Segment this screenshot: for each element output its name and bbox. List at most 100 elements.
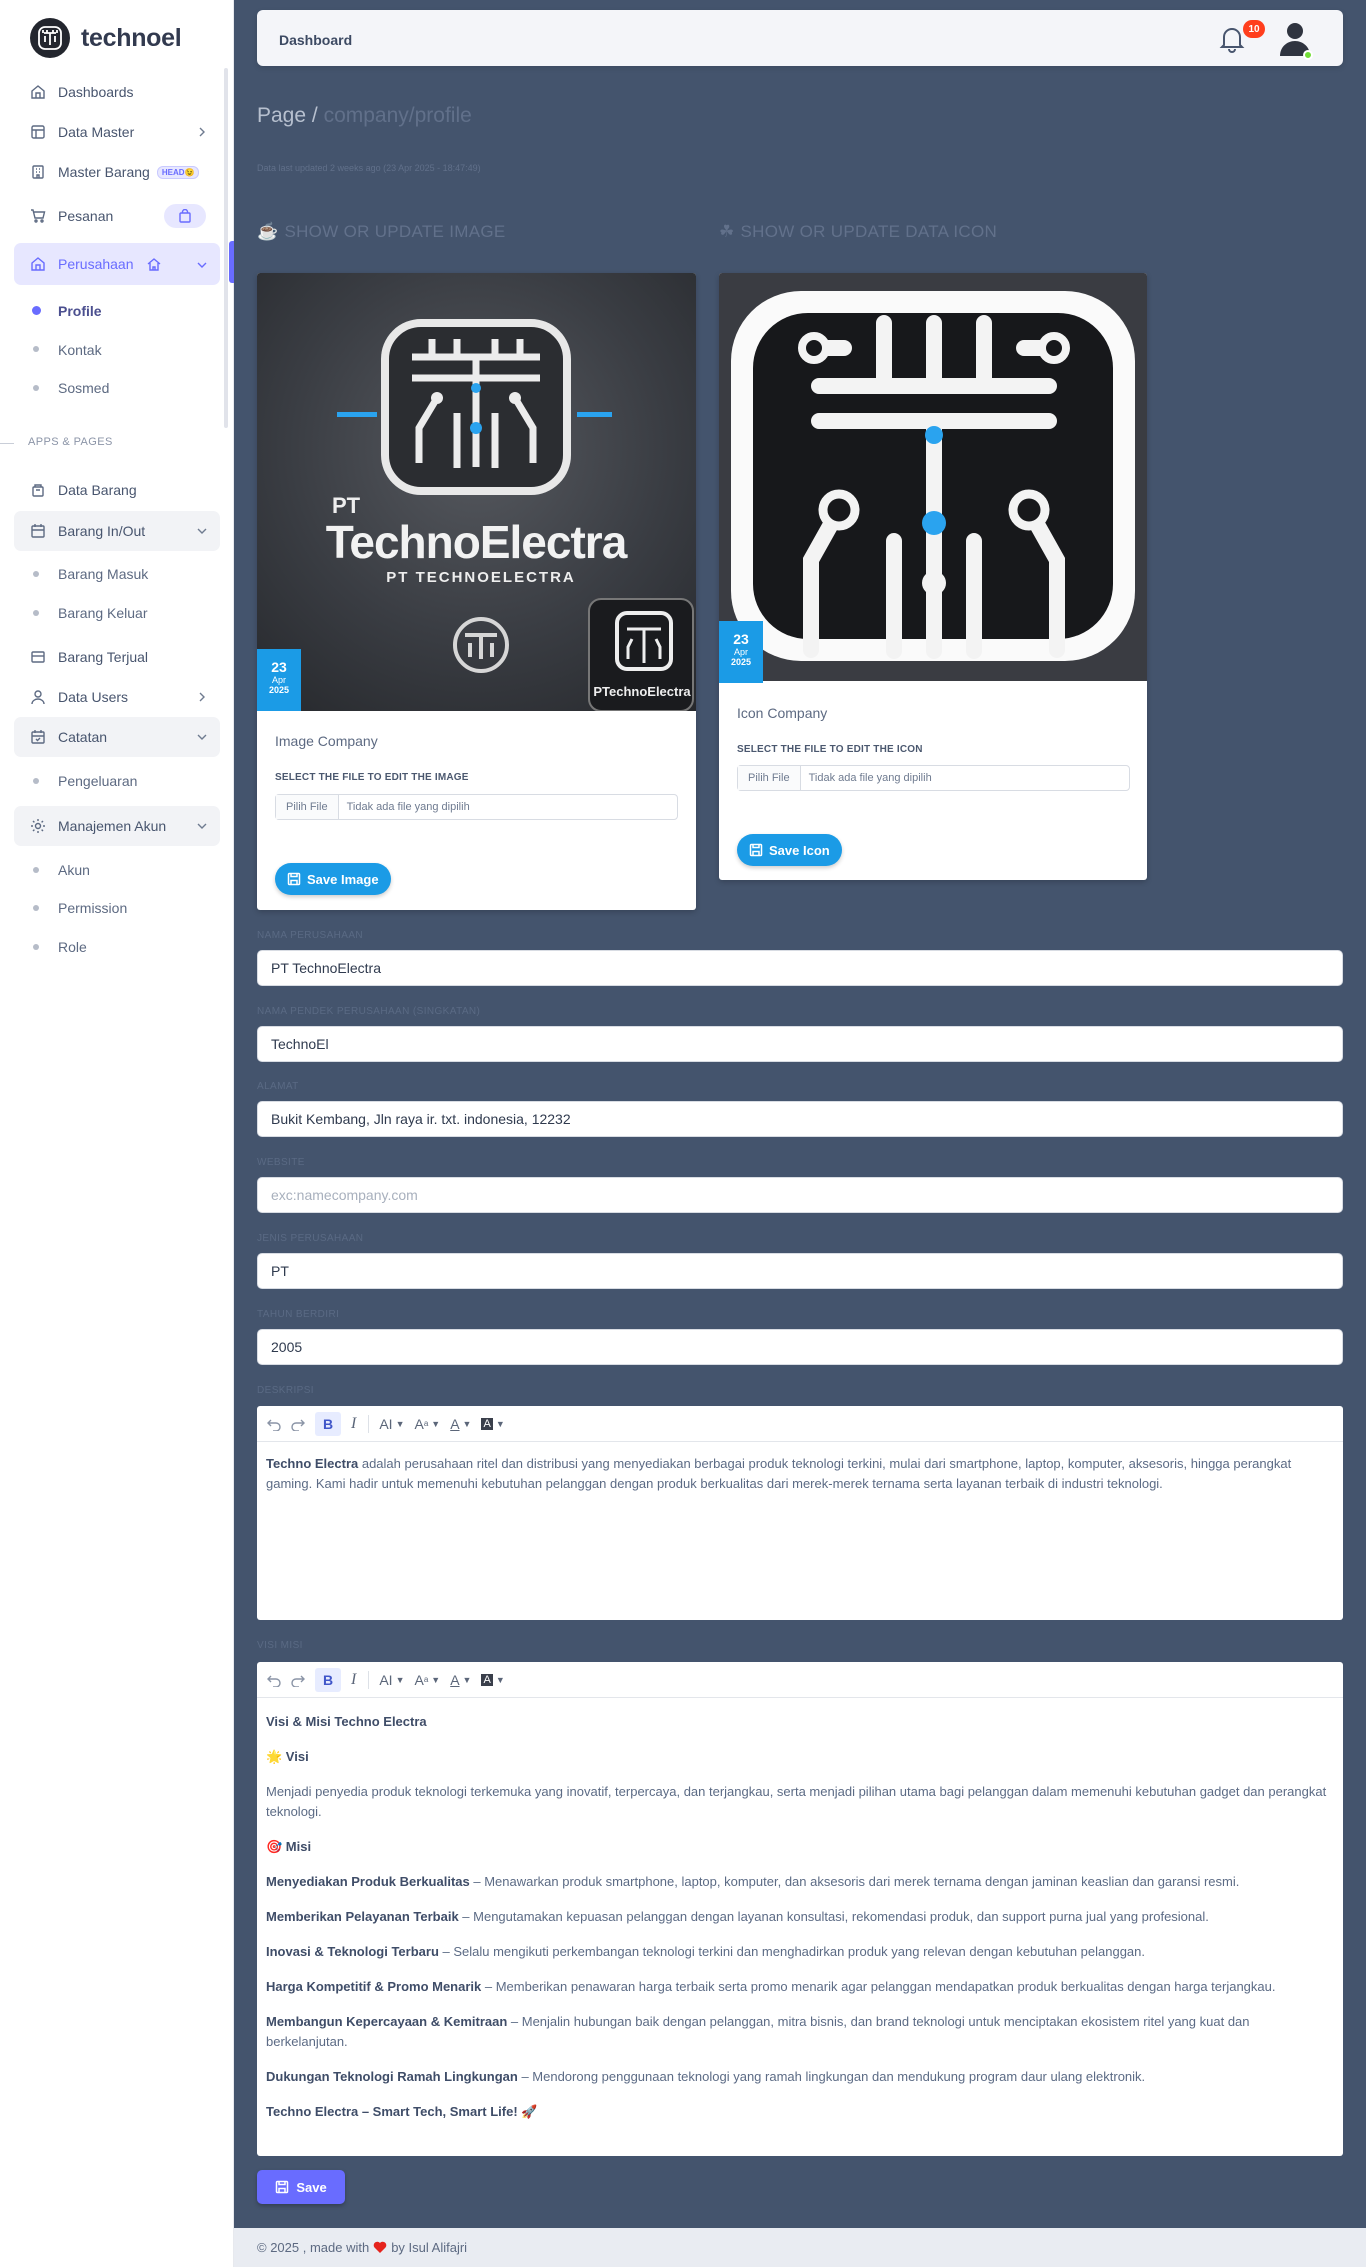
deskripsi-bold: Techno Electra — [266, 1456, 359, 1471]
tahun-berdiri-input[interactable]: 2005 — [257, 1329, 1343, 1365]
save-button[interactable]: Save — [257, 2170, 345, 2204]
sidebar-item-data-master[interactable]: Data Master — [14, 112, 220, 152]
sidebar-item-barang-terjual[interactable]: Barang Terjual — [14, 637, 220, 677]
sidebar-item-label: Dashboards — [58, 84, 134, 100]
bullet-icon — [33, 867, 39, 873]
calendar-check-icon — [30, 729, 46, 745]
save-image-button[interactable]: Save Image — [275, 863, 391, 895]
credit-card-icon — [30, 649, 46, 665]
misi-item-title: Dukungan Teknologi Ramah Lingkungan — [266, 2069, 518, 2084]
chevron-down-icon: ▼ — [462, 1674, 472, 1685]
alamat-input[interactable]: Bukit Kembang, Jln raya ir. txt. indones… — [257, 1101, 1343, 1137]
home-icon — [30, 256, 46, 272]
choose-file-button[interactable]: Pilih File — [738, 766, 801, 790]
font-color-button[interactable]: A ▼ — [450, 1672, 471, 1688]
superscript-button[interactable]: Aa ▼ — [414, 1672, 440, 1688]
icon-file-input[interactable]: Pilih File Tidak ada file yang dipilih — [737, 765, 1130, 791]
sidebar-subitem-kontak[interactable]: Kontak — [58, 342, 102, 358]
sidebar-scrollbar[interactable] — [224, 68, 228, 428]
sidebar-subitem-barang-keluar[interactable]: Barang Keluar — [58, 605, 148, 621]
bullet-icon — [33, 944, 39, 950]
sidebar-item-label: Barang Terjual — [58, 649, 149, 665]
singkatan-input[interactable]: TechnoEl — [257, 1026, 1343, 1062]
toolbar-divider — [368, 1414, 370, 1433]
coffee-icon: ☕ — [257, 222, 279, 241]
chevron-down-icon — [196, 819, 208, 831]
visimisi-content[interactable]: Visi & Misi Techno Electra 🌟 Visi Menjad… — [257, 1698, 1343, 2149]
sidebar-subitem-pengeluaran[interactable]: Pengeluaran — [58, 773, 137, 789]
nama-perusahaan-input[interactable]: PT TechnoElectra — [257, 950, 1343, 986]
icon-card-title-text: SHOW OR UPDATE DATA ICON — [740, 222, 998, 241]
section-divider — [0, 443, 14, 444]
chevron-right-icon — [196, 125, 208, 137]
chevron-down-icon: ▼ — [395, 1418, 405, 1429]
misi-item-title: Inovasi & Teknologi Terbaru — [266, 1944, 439, 1959]
sidebar-subitem-profile[interactable]: Profile — [58, 303, 102, 319]
sidebar-item-data-users[interactable]: Data Users — [14, 677, 220, 717]
sidebar-item-label: Master Barang — [58, 164, 150, 180]
misi-item: Harga Kompetitif & Promo Menarik – Membe… — [266, 1977, 1334, 1997]
save-icon-button[interactable]: Save Icon — [737, 834, 842, 866]
italic-button[interactable]: I — [351, 1415, 356, 1433]
bg-color-button[interactable]: A ▼ — [481, 1673, 505, 1686]
redo-icon[interactable] — [291, 1673, 305, 1687]
website-label: WEBSITE — [257, 1157, 305, 1168]
website-input[interactable]: exc:namecompany.com — [257, 1177, 1343, 1213]
icon-date-badge: 23 Apr 2025 — [719, 621, 763, 683]
bg-color-button[interactable]: A ▼ — [481, 1417, 505, 1430]
bullet-icon — [33, 385, 39, 391]
redo-icon[interactable] — [291, 1417, 305, 1431]
visimisi-editor[interactable]: B I AI ▼ Aa ▼ A ▼ A ▼ Visi & Misi Techno Ele… — [257, 1662, 1343, 2156]
sidebar-item-barang-in-out[interactable]: Barang In/Out — [14, 511, 220, 551]
jenis-perusahaan-input[interactable]: PT — [257, 1253, 1343, 1289]
navbar-title: Dashboard — [279, 32, 353, 48]
save-icon — [749, 843, 763, 857]
font-color-button[interactable]: A ▼ — [450, 1416, 471, 1432]
sidebar-item-dashboards[interactable]: Dashboards — [14, 72, 220, 112]
bold-button[interactable]: B — [315, 1667, 341, 1692]
chevron-down-icon — [196, 524, 208, 536]
undo-icon[interactable] — [267, 1417, 281, 1431]
sidebar-item-catatan[interactable]: Catatan — [14, 717, 220, 757]
font-size-button[interactable]: AI ▼ — [379, 1672, 404, 1688]
save-image-label: Save Image — [307, 871, 379, 887]
sidebar-item-perusahaan[interactable]: Perusahaan — [14, 243, 220, 285]
font-size-button[interactable]: AI ▼ — [379, 1416, 404, 1432]
choose-file-button[interactable]: Pilih File — [276, 795, 339, 819]
bullet-icon — [33, 571, 39, 577]
image-card: PT TechnoElectra PT TECHNOELECTRA PTechn… — [257, 273, 696, 910]
bold-button[interactable]: B — [315, 1411, 341, 1436]
sidebar-subitem-akun[interactable]: Akun — [58, 862, 90, 878]
font-color-label: A — [450, 1671, 460, 1688]
sidebar-subitem-barang-masuk[interactable]: Barang Masuk — [58, 566, 148, 582]
heart-icon — [373, 2241, 387, 2254]
sidebar-item-master-barang[interactable]: Master Barang HEAD😉 — [14, 152, 220, 192]
footer-suffix: by Isul Alifajri — [391, 2240, 468, 2255]
editor-toolbar: B I AI ▼ Aa ▼ A ▼ A ▼ — [257, 1406, 1343, 1442]
section-header: APPS & PAGES — [28, 436, 113, 448]
deskripsi-editor[interactable]: B I AI ▼ Aa ▼ A ▼ A ▼ Techno Electra adalah … — [257, 1406, 1343, 1620]
date-day: 23 — [733, 631, 749, 647]
breadcrumb: Page / company/profile — [257, 104, 472, 128]
sidebar-item-pesanan[interactable]: Pesanan — [14, 196, 220, 236]
brand[interactable]: technoel — [30, 18, 182, 58]
sidebar-subitem-role[interactable]: Role — [58, 939, 87, 955]
deskripsi-content[interactable]: Techno Electra adalah perusahaan ritel d… — [257, 1442, 1343, 1506]
phone-text: PTechnoElectra — [593, 684, 691, 699]
misi-item: Membangun Kepercayaan & Kemitraan – Menj… — [266, 2012, 1334, 2052]
main-content: Dashboard 10 Page / company/profile Data… — [234, 0, 1366, 2267]
sidebar-subitem-sosmed[interactable]: Sosmed — [58, 380, 109, 396]
misi-item-title: Memberikan Pelayanan Terbaik — [266, 1909, 459, 1924]
sidebar-subitem-permission[interactable]: Permission — [58, 900, 127, 916]
sidebar-item-manajemen-akun[interactable]: Manajemen Akun — [14, 806, 220, 846]
superscript-button[interactable]: Aa ▼ — [414, 1416, 440, 1432]
sidebar-item-data-barang[interactable]: Data Barang — [14, 470, 220, 510]
misi-item-title: Harga Kompetitif & Promo Menarik — [266, 1979, 482, 1994]
image-file-input[interactable]: Pilih File Tidak ada file yang dipilih — [275, 794, 678, 820]
toolbar-divider — [368, 1670, 370, 1689]
bullet-icon — [33, 778, 39, 784]
italic-button[interactable]: I — [351, 1671, 356, 1689]
chevron-down-icon: ▼ — [495, 1418, 505, 1429]
font-size-label: AI — [379, 1415, 393, 1432]
undo-icon[interactable] — [267, 1673, 281, 1687]
